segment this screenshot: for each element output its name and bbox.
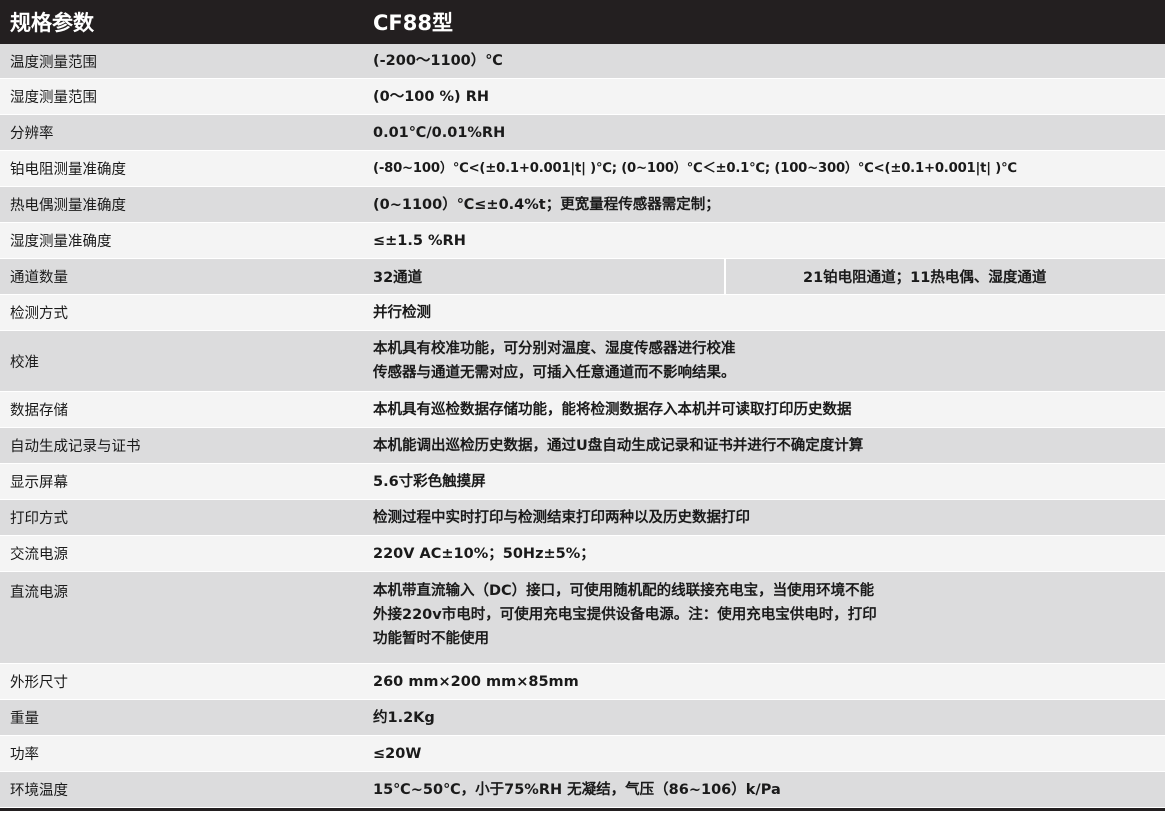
row-value-line: 传感器与通道无需对应，可插入任意通道而不影响结果。 <box>373 365 736 381</box>
row-value: 0.01℃/0.01%RH <box>373 124 506 141</box>
channel-total: 32通道 <box>373 259 726 294</box>
header-model: CF88型 <box>373 11 453 35</box>
table-row: 校准 本机具有校准功能，可分别对温度、湿度传感器进行校准 传感器与通道无需对应，… <box>0 331 1165 392</box>
table-row: 湿度测量准确度 ≤±1.5 %RH <box>0 223 1165 259</box>
table-row: 环境温度 15℃~50℃，小于75%RH 无凝结，气压（86~106）k/Pa <box>0 772 1165 808</box>
row-label: 功率 <box>10 747 39 763</box>
row-value: 并行检测 <box>373 304 431 321</box>
row-label: 环境温度 <box>10 783 68 799</box>
row-label: 打印方式 <box>10 511 68 527</box>
row-label: 铂电阻测量准确度 <box>10 162 126 178</box>
row-label: 自动生成记录与证书 <box>10 439 141 455</box>
table-header: 规格参数 CF88型 <box>0 0 1165 44</box>
table-row: 打印方式 检测过程中实时打印与检测结束打印两种以及历史数据打印 <box>0 500 1165 536</box>
row-label: 校准 <box>10 354 39 371</box>
channel-detail: 21铂电阻通道；11热电偶、湿度通道 <box>803 270 1047 286</box>
row-label: 温度测量范围 <box>10 54 97 71</box>
row-value: ≤20W <box>373 745 422 762</box>
row-value: ≤±1.5 %RH <box>373 232 466 249</box>
row-label: 通道数量 <box>10 270 68 286</box>
table-row: 交流电源 220V AC±10%；50Hz±5%； <box>0 536 1165 572</box>
row-value: 5.6寸彩色触摸屏 <box>373 473 486 490</box>
row-value: 本机能调出巡检历史数据，通过U盘自动生成记录和证书并进行不确定度计算 <box>373 437 864 454</box>
row-label: 显示屏幕 <box>10 475 68 491</box>
row-value: (-80~100）℃<(±0.1+0.001|t| )℃; (0~100）℃＜±… <box>373 160 1017 176</box>
table-row: 显示屏幕 5.6寸彩色触摸屏 <box>0 464 1165 500</box>
row-label: 外形尺寸 <box>10 675 68 691</box>
row-label: 检测方式 <box>10 306 68 322</box>
row-label: 交流电源 <box>10 547 68 563</box>
row-label: 数据存储 <box>10 403 68 419</box>
table-row: 功率 ≤20W <box>0 736 1165 772</box>
table-row: 直流电源 本机带直流输入（DC）接口，可使用随机配的线联接充电宝，当使用环境不能… <box>0 572 1165 664</box>
table-row: 热电偶测量准确度 (0~1100）℃≤±0.4%t；更宽量程传感器需定制； <box>0 187 1165 223</box>
table-row: 分辨率 0.01℃/0.01%RH <box>0 115 1165 151</box>
row-value: 260 mm×200 mm×85mm <box>373 673 579 690</box>
table-row: 铂电阻测量准确度 (-80~100）℃<(±0.1+0.001|t| )℃; (… <box>0 151 1165 187</box>
row-value-line: 本机带直流输入（DC）接口，可使用随机配的线联接充电宝，当使用环境不能 <box>373 583 875 599</box>
spec-table: 规格参数 CF88型 温度测量范围 (-200～1100）℃ 湿度测量范围 (0… <box>0 0 1165 811</box>
row-label: 湿度测量准确度 <box>10 234 112 250</box>
table-row: 数据存储 本机具有巡检数据存储功能，能将检测数据存入本机并可读取打印历史数据 <box>0 392 1165 428</box>
row-value-line: 外接220v市电时，可使用充电宝提供设备电源。注：使用充电宝供电时，打印 <box>373 607 877 623</box>
row-value-line: 本机具有校准功能，可分别对温度、湿度传感器进行校准 <box>373 341 736 357</box>
table-row: 温度测量范围 (-200～1100）℃ <box>0 44 1165 79</box>
row-value: 本机具有巡检数据存储功能，能将检测数据存入本机并可读取打印历史数据 <box>373 401 852 418</box>
row-value: 15℃~50℃，小于75%RH 无凝结，气压（86~106）k/Pa <box>373 781 781 798</box>
header-label: 规格参数 <box>10 11 94 35</box>
row-value: 220V AC±10%；50Hz±5%； <box>373 545 595 562</box>
row-value-line: 功能暂时不能使用 <box>373 631 489 647</box>
row-value: 本机具有校准功能，可分别对温度、湿度传感器进行校准 传感器与通道无需对应，可插入… <box>373 337 1165 385</box>
row-label: 热电偶测量准确度 <box>10 198 126 214</box>
table-row: 外形尺寸 260 mm×200 mm×85mm <box>0 664 1165 700</box>
row-value: (0~1100）℃≤±0.4%t；更宽量程传感器需定制； <box>373 196 720 213</box>
row-label: 直流电源 <box>10 585 68 601</box>
row-value: 检测过程中实时打印与检测结束打印两种以及历史数据打印 <box>373 509 750 526</box>
table-row: 检测方式 并行检测 <box>0 295 1165 331</box>
row-value: (-200～1100）℃ <box>373 53 503 69</box>
row-value: 本机带直流输入（DC）接口，可使用随机配的线联接充电宝，当使用环境不能 外接22… <box>373 572 1165 651</box>
row-label: 湿度测量范围 <box>10 90 97 106</box>
row-value: (0～100 %) RH <box>373 88 490 105</box>
table-row: 湿度测量范围 (0～100 %) RH <box>0 79 1165 115</box>
table-row: 自动生成记录与证书 本机能调出巡检历史数据，通过U盘自动生成记录和证书并进行不确… <box>0 428 1165 464</box>
row-label: 分辨率 <box>10 126 54 142</box>
bottom-divider <box>0 808 1165 811</box>
table-row: 重量 约1.2Kg <box>0 700 1165 736</box>
channel-split: 32通道 21铂电阻通道；11热电偶、湿度通道 <box>373 259 1165 294</box>
row-label: 重量 <box>10 711 39 727</box>
table-row: 通道数量 32通道 21铂电阻通道；11热电偶、湿度通道 <box>0 259 1165 295</box>
row-value: 约1.2Kg <box>373 709 435 726</box>
